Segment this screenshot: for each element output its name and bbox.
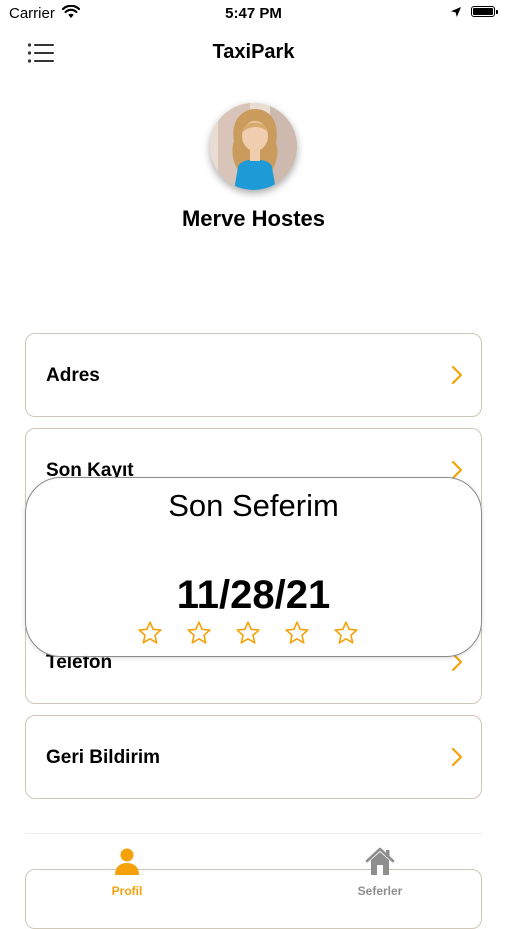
chevron-right-icon [451,365,463,385]
avatar [210,103,297,190]
popup-date: 11/28/21 [176,573,331,617]
tab-label: Seferler [357,884,403,898]
star-icon[interactable] [137,620,163,646]
star-icon[interactable] [333,620,359,646]
tab-seferler[interactable]: Seferler [325,846,435,900]
last-trip-popup: Son Seferim 11/28/21 [25,477,482,657]
list-item-adres[interactable]: Adres [25,333,482,417]
star-icon[interactable] [186,620,212,646]
list-item-label: Geri Bildirim [46,747,161,768]
battery-icon [471,6,498,17]
nav-title: TaxiPark [212,41,295,63]
tab-label: Profil [111,884,143,898]
location-arrow-icon [451,7,461,17]
star-icon[interactable] [284,620,310,646]
profile-name: Merve Hostes [181,206,326,231]
avatar-photo [210,103,297,190]
chevron-right-icon [451,747,463,767]
house-icon [365,847,395,875]
popup-title: Son Seferim [168,488,339,523]
list-item-geri-bildirim[interactable]: Geri Bildirim [25,715,482,799]
list-item-label: Adres [46,365,100,386]
tab-profil[interactable]: Profil [72,846,182,900]
status-time: 5:47 PM [225,5,282,22]
tab-bar-divider [25,833,482,834]
star-icon[interactable] [235,620,261,646]
person-icon [115,848,139,875]
status-bar: Carrier 5:47 PM [0,0,507,28]
